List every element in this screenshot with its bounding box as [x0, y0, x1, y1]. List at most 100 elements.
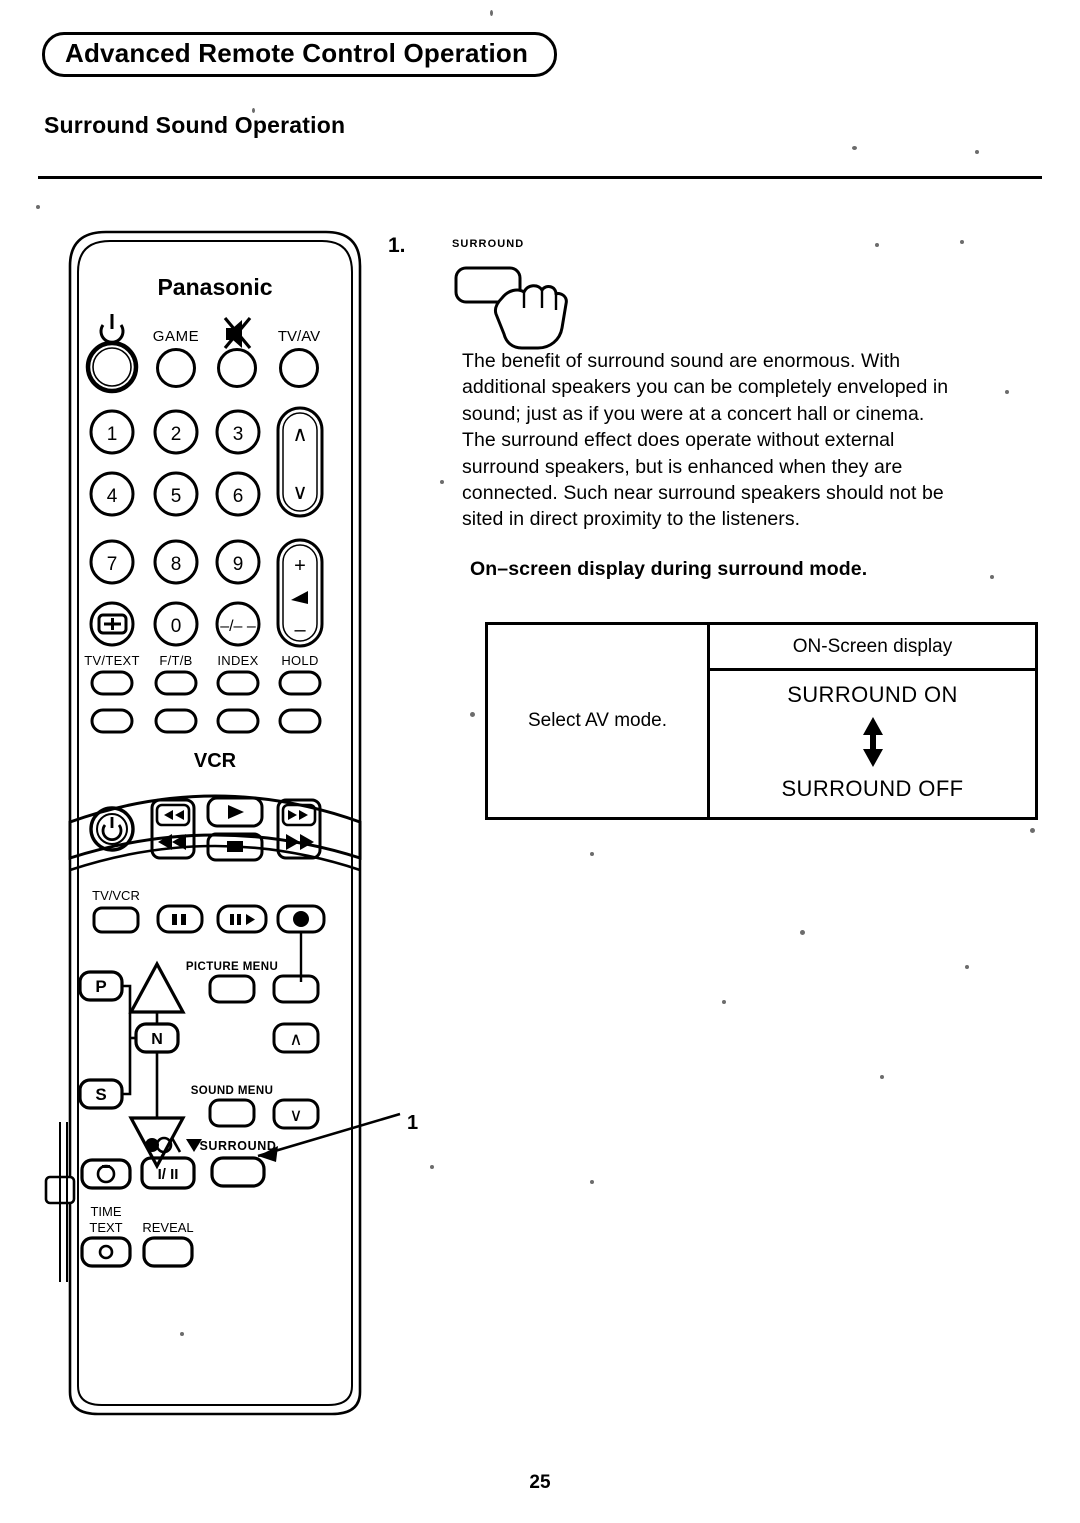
game-button: GAME [153, 328, 200, 388]
svg-text:4: 4 [107, 486, 118, 507]
osd-action-text: Select AV mode. [527, 710, 668, 731]
picture-menu-button [208, 974, 256, 1004]
mute-icon [223, 316, 252, 350]
svg-text:TIME: TIME [90, 1204, 121, 1219]
svg-text:SOUND MENU: SOUND MENU [191, 1085, 274, 1097]
svg-text:F/T/B: F/T/B [159, 653, 192, 668]
svg-text:TV/AV: TV/AV [278, 328, 320, 345]
svg-text:TEXT: TEXT [89, 1220, 122, 1235]
svg-text:TV/TEXT: TV/TEXT [84, 653, 140, 668]
digit-8-button: 8 [153, 539, 199, 585]
svg-text:GAME: GAME [153, 328, 200, 345]
scan-speck [852, 146, 857, 150]
scan-speck [590, 852, 594, 856]
speaker-icon [291, 591, 308, 604]
svg-text:INDEX: INDEX [217, 653, 258, 668]
hand-pressing-button-icon [454, 266, 568, 350]
sub-page-button [89, 601, 135, 647]
stereo-bilingual-icon [145, 1136, 202, 1154]
teletext-button-5 [90, 708, 134, 734]
scan-speck [252, 108, 255, 113]
digit-7-button: 7 [89, 539, 135, 585]
digit-2-button: 2 [153, 409, 199, 455]
step-number: 1. [388, 234, 406, 257]
svg-text:–/– –: –/– – [220, 618, 256, 635]
scan-speck [800, 930, 805, 935]
header-divider [38, 176, 1042, 179]
scan-speck [590, 1180, 594, 1184]
menu-button-top-right [272, 974, 320, 1004]
digit-3-button: 3 [215, 409, 261, 455]
record-icon [293, 911, 309, 927]
channel-rocker: ∧ ∨ [276, 406, 324, 518]
osd-state-off: SURROUND OFF [781, 776, 964, 801]
svg-text:8: 8 [171, 554, 182, 575]
digit-4-button: 4 [89, 471, 135, 517]
n-button: N [134, 1022, 180, 1054]
brand-wordmark: Panasonic [157, 274, 272, 300]
svg-text:2: 2 [171, 424, 182, 445]
nav-up-button: ∧ [272, 1022, 320, 1054]
on-screen-display-table: Select AV mode. ON-Screen display SURROU… [485, 622, 1038, 820]
volume-rocker: + – [276, 538, 324, 648]
teletext-button-7 [216, 708, 260, 734]
digit-1-button: 1 [89, 409, 135, 455]
scan-speck [1030, 828, 1035, 833]
vcr-section-label: VCR [194, 750, 237, 772]
tv-vcr-button [92, 906, 140, 934]
power-icon [99, 314, 125, 344]
svg-text:TV/VCR: TV/VCR [92, 888, 140, 903]
svg-text:I/ II: I/ II [158, 1166, 179, 1183]
svg-text:∧: ∧ [289, 1029, 302, 1049]
osd-states: SURROUND ON SURROUND OFF [710, 671, 1035, 817]
scan-speck [440, 480, 444, 484]
osd-display-column: ON-Screen display SURROUND ON SURROUND O… [710, 625, 1035, 817]
index-button [216, 670, 260, 696]
scan-speck [722, 1000, 726, 1004]
record-button [276, 904, 326, 934]
digit-5-button: 5 [153, 471, 199, 517]
osd-action-cell: Select AV mode. [488, 625, 710, 817]
svg-text:7: 7 [107, 554, 118, 575]
svg-text:6: 6 [233, 486, 244, 507]
power-button [85, 314, 139, 394]
svg-text:REVEAL: REVEAL [142, 1220, 193, 1235]
single-double-digit-button: –/– – [215, 601, 261, 647]
f-t-b-button [154, 670, 198, 696]
step-key-label: SURROUND [452, 238, 525, 250]
scan-speck [990, 575, 994, 579]
teletext-button-8 [278, 708, 322, 734]
svg-text:P: P [95, 977, 106, 996]
scan-speck [1005, 390, 1009, 394]
tv-text-button [90, 670, 134, 696]
stereo-bilingual-button: I/ II [140, 1136, 202, 1190]
page-number: 25 [529, 1472, 551, 1493]
surround-description: The benefit of surround sound are enormo… [462, 350, 949, 531]
remote-control-illustration: Panasonic GAME TV/AV 1 2 3 4 5 6 7 8 9 0… [40, 222, 390, 1422]
tv-av-button: TV/AV [278, 328, 320, 388]
page-header-badge: Advanced Remote Control Operation [42, 32, 558, 78]
scan-speck [960, 240, 964, 244]
numeric-keypad: 1 2 3 4 5 6 7 8 9 0 –/– – [89, 409, 261, 647]
osd-subhead: On–screen display during surround mode. [470, 558, 868, 580]
digit-0-button: 0 [153, 601, 199, 647]
callout-number: 1 [407, 1112, 419, 1134]
reveal-button: REVEAL [142, 1220, 194, 1268]
up-down-arrow-icon [860, 715, 886, 769]
time-text-button: TIME TEXT [80, 1204, 132, 1268]
page-title: Advanced Remote Control Operation [65, 38, 529, 68]
p-button: P [78, 970, 124, 1002]
scan-speck [470, 712, 475, 717]
svg-text:9: 9 [233, 554, 244, 575]
svg-text:S: S [95, 1085, 106, 1104]
slow-button [216, 904, 268, 934]
scan-speck [490, 10, 493, 16]
stop-icon [227, 841, 243, 852]
svg-text:0: 0 [171, 616, 182, 637]
scan-speck [875, 243, 879, 247]
svg-text:N: N [151, 1031, 163, 1048]
pause-button [156, 904, 204, 934]
boxed-plus-icon [97, 613, 128, 635]
digit-9-button: 9 [215, 539, 261, 585]
s-button: S [78, 1078, 124, 1110]
